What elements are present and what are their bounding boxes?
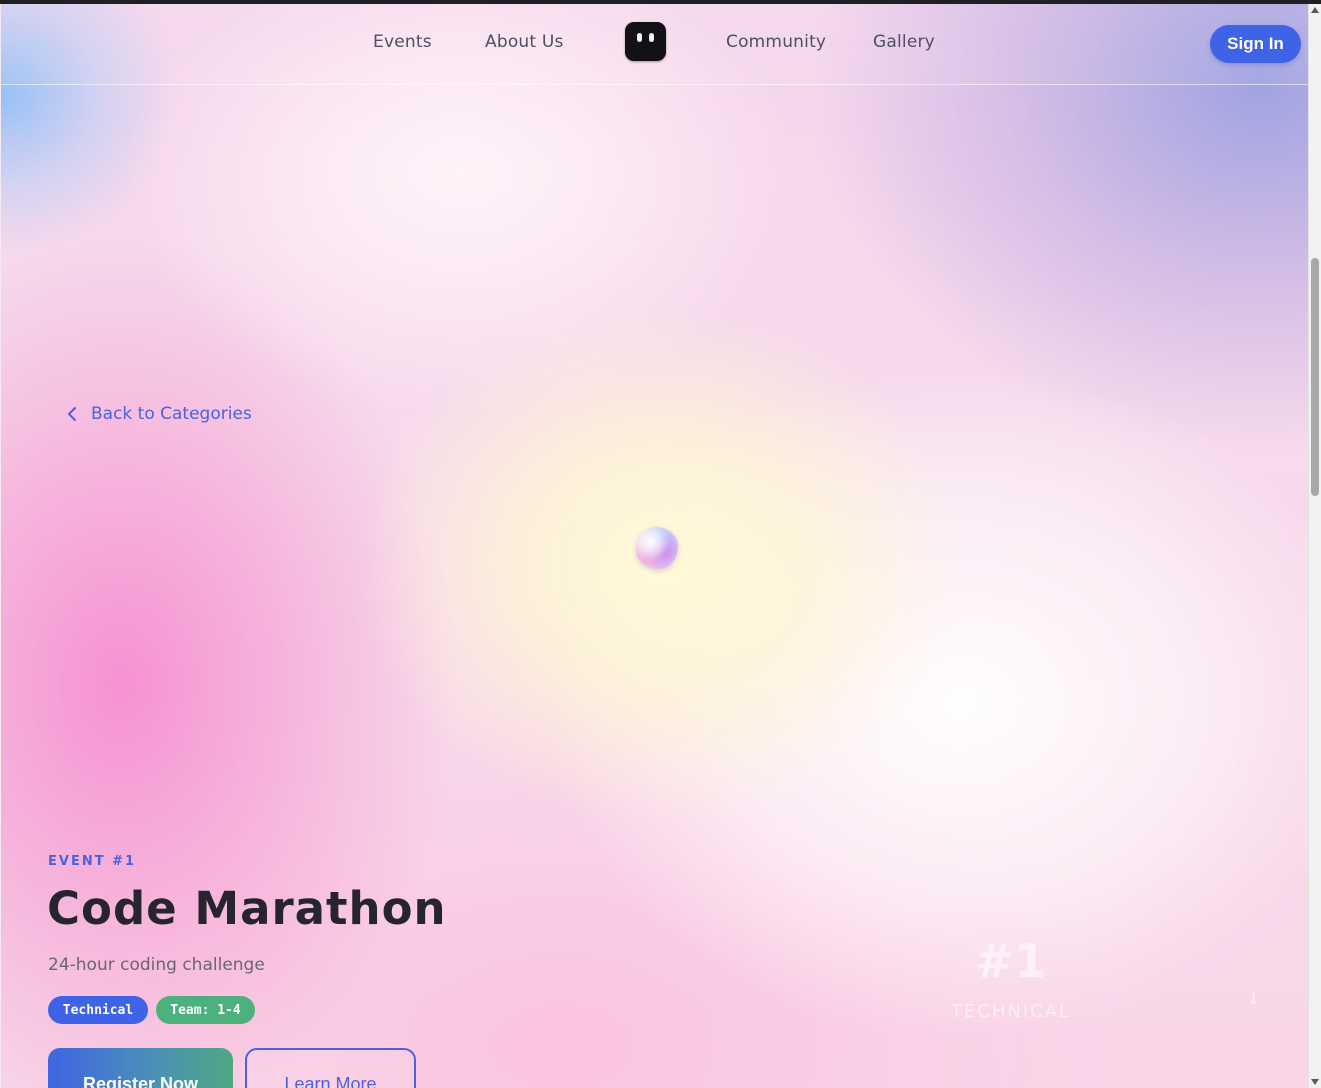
logo-eye-right <box>649 33 654 42</box>
nav-link-community[interactable]: Community <box>726 32 826 52</box>
scroll-up-arrow-icon[interactable] <box>1311 7 1319 13</box>
nav-link-events[interactable]: Events <box>373 32 432 52</box>
floating-orb <box>636 527 678 569</box>
register-now-button[interactable]: Register Now <box>48 1048 233 1088</box>
vertical-scrollbar[interactable] <box>1308 4 1321 1088</box>
page-viewport: Events About Us Community Gallery Sign I… <box>1 4 1308 1088</box>
nav-link-about-us[interactable]: About Us <box>485 32 564 52</box>
event-title: Code Marathon <box>47 882 447 935</box>
back-link-label: Back to Categories <box>91 404 252 424</box>
scrollbar-thumb[interactable] <box>1311 258 1319 496</box>
tag-technical: Technical <box>48 996 148 1024</box>
chevron-left-icon <box>68 407 76 421</box>
nav-link-gallery[interactable]: Gallery <box>873 32 935 52</box>
logo-icon[interactable] <box>625 22 666 61</box>
back-to-categories-link[interactable]: Back to Categories <box>67 404 252 424</box>
top-nav: Events About Us Community Gallery Sign I… <box>1 4 1308 85</box>
event-subtitle: 24-hour coding challenge <box>48 955 265 975</box>
sign-in-button[interactable]: Sign In <box>1210 25 1301 63</box>
scroll-down-arrow-icon[interactable] <box>1311 1079 1319 1085</box>
logo-eye-left <box>637 33 642 42</box>
learn-more-button[interactable]: Learn More <box>245 1048 416 1088</box>
arrow-down-icon[interactable]: ↓ <box>1247 989 1260 1008</box>
event-category-label: TECHNICAL <box>950 1001 1072 1022</box>
event-number-badge: #1 <box>974 934 1048 988</box>
tag-team-size: Team: 1-4 <box>156 996 255 1024</box>
event-eyebrow: EVENT #1 <box>48 854 137 869</box>
